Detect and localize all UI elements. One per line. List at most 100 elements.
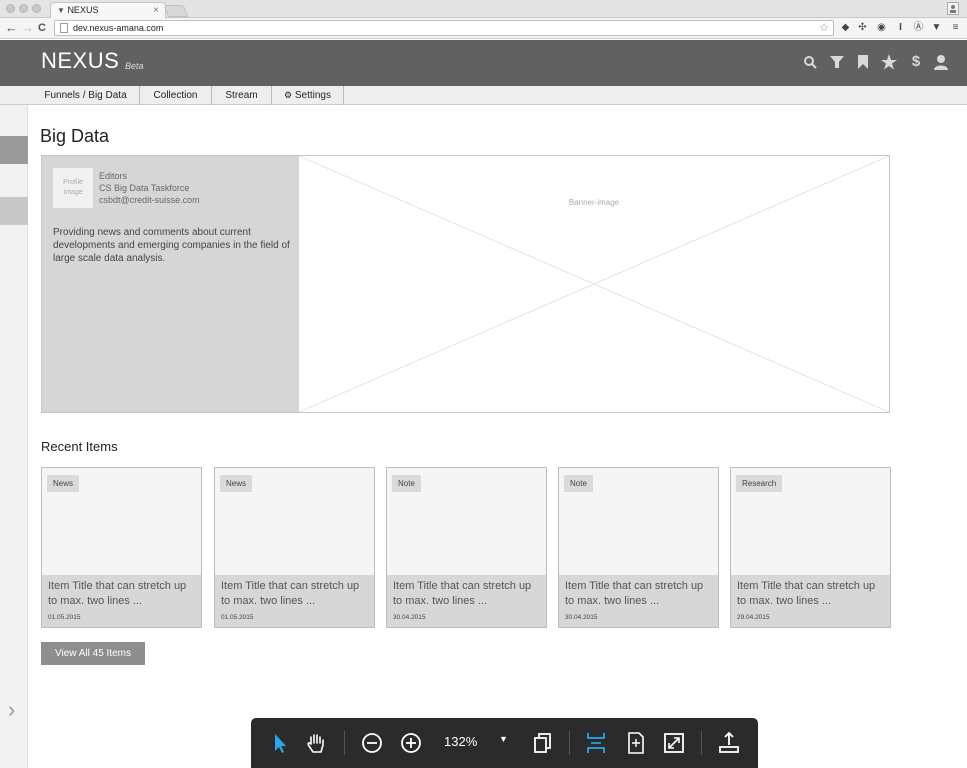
profile-role: Editors (99, 171, 128, 181)
reload-button[interactable]: C (38, 20, 46, 36)
tab-title: NEXUS (67, 5, 99, 15)
item-card[interactable]: Note Item Title that can stretch up to m… (558, 467, 719, 628)
item-title[interactable]: Item Title that can stretch up to max. t… (48, 579, 198, 609)
profile-email[interactable]: csbdt@credit-suisse.com (99, 195, 200, 205)
zoom-dropdown-icon[interactable]: ▼ (499, 734, 508, 744)
item-date: 29.04.2015 (737, 614, 770, 621)
page-icon (60, 23, 68, 33)
item-date: 30.04.2015 (393, 614, 426, 621)
extension-circle-icon[interactable]: ◉ (876, 22, 887, 33)
url-text: dev.nexus-amana.com (73, 23, 164, 33)
export-icon[interactable] (716, 730, 742, 756)
star-icon[interactable] (881, 53, 897, 71)
item-title[interactable]: Item Title that can stretch up to max. t… (565, 579, 715, 609)
profile-panel: Profile Image Editors CS Big Data Taskfo… (42, 156, 299, 412)
tab-close-button[interactable]: × (153, 3, 159, 18)
rail-item-active[interactable] (0, 136, 28, 164)
item-date: 01.05.2015 (48, 614, 81, 621)
banner-label: Banner-image (568, 198, 620, 207)
maximize-window-button[interactable] (32, 4, 41, 13)
tab-label: Funnels / Big Data (44, 90, 127, 101)
item-badge: News (47, 475, 80, 492)
item-title[interactable]: Item Title that can stretch up to max. t… (737, 579, 887, 609)
minimize-window-button[interactable] (19, 4, 28, 13)
item-date: 30.04.2015 (565, 614, 598, 621)
item-badge: Note (564, 475, 593, 492)
toolbar-divider (701, 731, 702, 755)
url-field[interactable]: dev.nexus-amana.com ☆ (54, 20, 834, 36)
item-title[interactable]: Item Title that can stretch up to max. t… (221, 579, 371, 609)
tab-stream[interactable]: Stream (212, 86, 272, 105)
section-heading: Recent Items (41, 439, 118, 454)
extension-i-icon[interactable]: I (895, 22, 906, 33)
app-header: NEXUS Beta $ (0, 40, 967, 86)
filter-tab-icon: ▼ (57, 6, 65, 15)
forward-button[interactable]: → (21, 20, 34, 36)
back-button[interactable]: ← (5, 20, 18, 36)
zoom-out-icon[interactable] (359, 730, 385, 756)
brand-logo[interactable]: NEXUS (41, 48, 119, 74)
fit-width-icon[interactable] (583, 730, 609, 756)
browser-tab[interactable]: ▼ NEXUS × (50, 2, 166, 18)
bookmark-star-icon[interactable]: ☆ (819, 21, 829, 35)
item-badge: News (220, 475, 253, 492)
gears-icon: ⚙ (284, 90, 293, 100)
item-footer: Item Title that can stretch up to max. t… (731, 575, 890, 627)
fullscreen-icon[interactable] (661, 730, 687, 756)
profile-name: CS Big Data Taskforce (99, 183, 190, 193)
chevron-right-icon[interactable]: › (8, 697, 15, 723)
hand-tool-icon[interactable] (303, 730, 329, 756)
toolbar-divider (344, 731, 345, 755)
extension-a-icon[interactable]: Ⓐ (913, 22, 924, 33)
page-title: Big Data (40, 126, 110, 146)
extension-shield-icon[interactable]: ◆ (840, 22, 851, 33)
dollar-icon[interactable]: $ (908, 53, 924, 71)
zoom-in-icon[interactable] (398, 730, 424, 756)
item-badge: Note (392, 475, 421, 492)
sub-navigation: Funnels / Big Data Collection Stream ⚙ S… (0, 86, 967, 105)
address-bar: ← → C dev.nexus-amana.com ☆ ◆ ✣ ◉ I Ⓐ ▼ … (0, 18, 967, 39)
left-rail (0, 105, 28, 768)
profile-description: Providing news and comments about curren… (53, 227, 290, 264)
view-all-button[interactable]: View All 45 Items (41, 642, 145, 665)
viewer-toolbar: 132% ▼ (251, 718, 758, 768)
tab-funnels-big-data[interactable]: Funnels / Big Data (32, 86, 140, 105)
bookmark-icon[interactable] (855, 53, 871, 71)
item-card[interactable]: Research Item Title that can stretch up … (730, 467, 891, 628)
pointer-tool-icon[interactable] (267, 730, 293, 756)
profile-image: Profile Image (53, 168, 93, 208)
tab-settings[interactable]: ⚙ Settings (272, 86, 344, 105)
user-icon[interactable] (933, 53, 949, 71)
beta-label: Beta (125, 61, 144, 71)
tab-label: Collection (153, 90, 198, 101)
pages-icon[interactable] (530, 730, 556, 756)
fit-page-icon[interactable] (623, 730, 649, 756)
item-card[interactable]: News Item Title that can stretch up to m… (214, 467, 375, 628)
hero-panel: Profile Image Editors CS Big Data Taskfo… (41, 155, 890, 413)
rail-item[interactable] (0, 197, 28, 225)
banner-image: Banner-image (299, 156, 889, 412)
person-icon[interactable] (947, 2, 959, 15)
banner-placeholder-cross (299, 156, 889, 412)
tab-collection[interactable]: Collection (140, 86, 212, 105)
menu-icon[interactable]: ≡ (950, 22, 961, 33)
toolbar-divider (569, 731, 570, 755)
item-footer: Item Title that can stretch up to max. t… (387, 575, 546, 627)
item-date: 01.05.2015 (221, 614, 254, 621)
zoom-level[interactable]: 132% (444, 734, 477, 749)
tab-label: Stream (225, 90, 258, 101)
search-icon[interactable] (802, 53, 818, 71)
item-card[interactable]: Note Item Title that can stretch up to m… (386, 467, 547, 628)
browser-tab-bar: ▼ NEXUS × (0, 0, 967, 18)
extension-puzzle-icon[interactable]: ✣ (857, 22, 868, 33)
filter-icon[interactable] (829, 53, 845, 71)
item-footer: Item Title that can stretch up to max. t… (42, 575, 201, 627)
extension-pocket-icon[interactable]: ▼ (931, 22, 942, 33)
new-tab-button[interactable] (163, 5, 189, 17)
item-title[interactable]: Item Title that can stretch up to max. t… (393, 579, 543, 609)
tab-label: Settings (294, 90, 331, 101)
item-footer: Item Title that can stretch up to max. t… (559, 575, 718, 627)
close-window-button[interactable] (6, 4, 15, 13)
item-card[interactable]: News Item Title that can stretch up to m… (41, 467, 202, 628)
item-badge: Research (736, 475, 783, 492)
